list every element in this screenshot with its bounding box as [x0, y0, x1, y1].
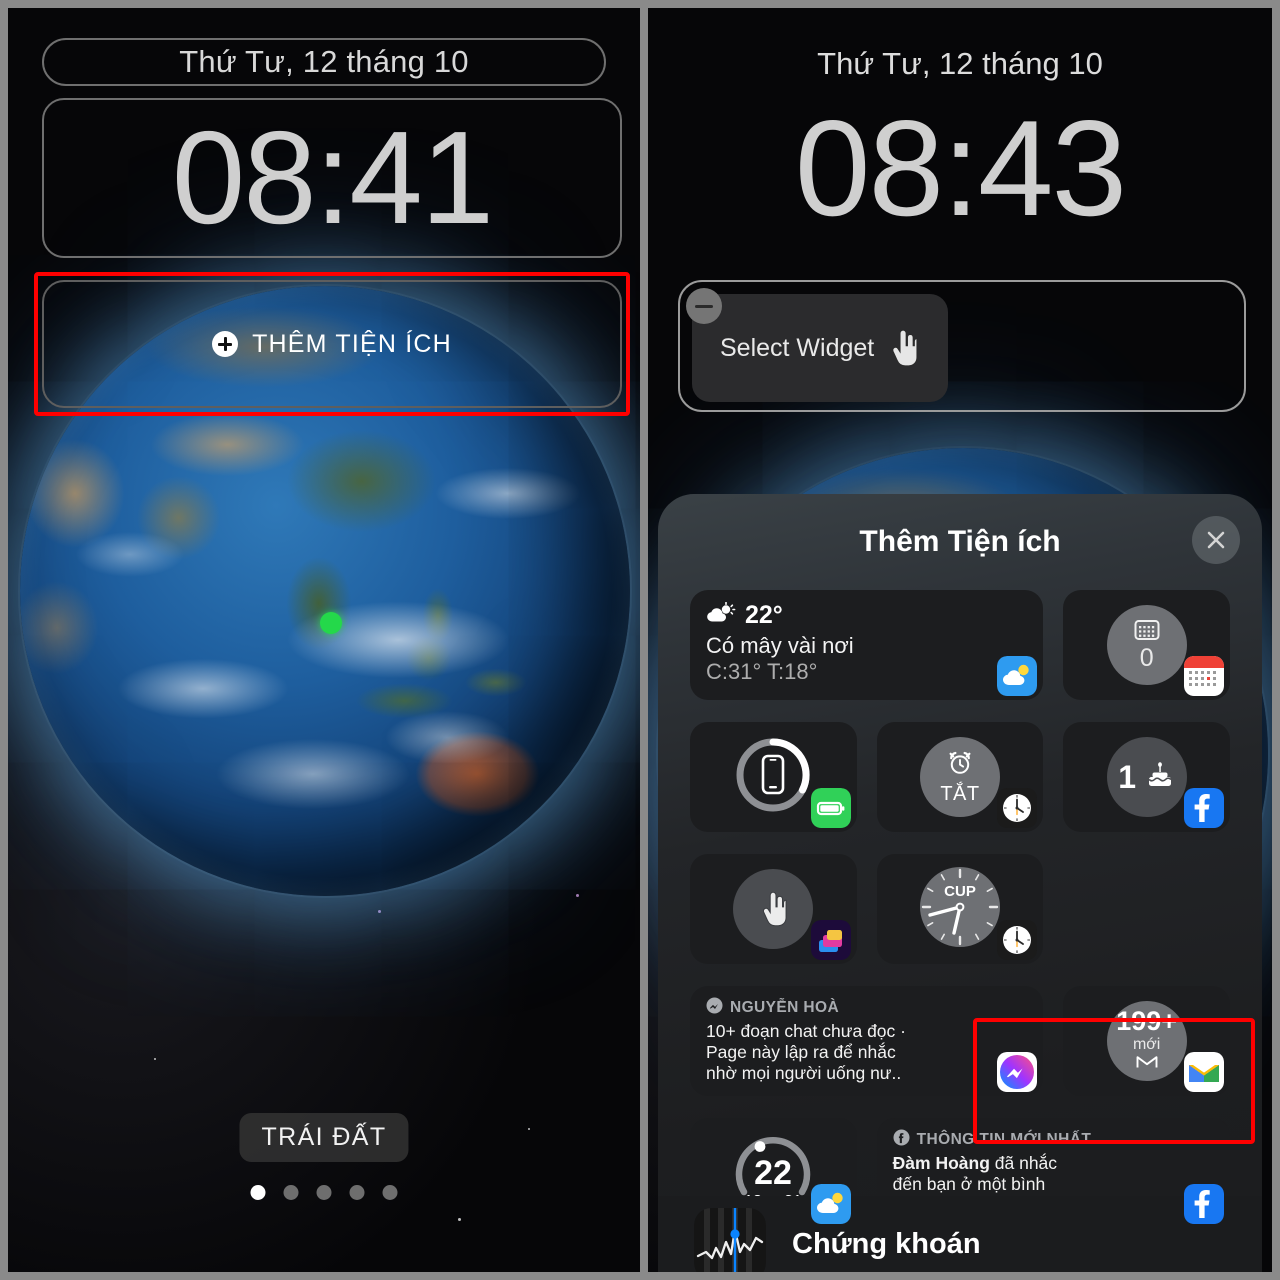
calendar-app-icon	[1184, 656, 1224, 696]
widget-gmail[interactable]: 199+ mới	[1063, 986, 1230, 1096]
facebook-news-line-1: Đàm Hoàng đã nhắc	[893, 1153, 1218, 1174]
widget-slot-editing[interactable]: Select Widget	[678, 280, 1246, 412]
calendar-grid-icon	[1134, 619, 1160, 646]
pointing-hand-icon	[888, 329, 918, 367]
iphone-battery-ring-icon	[730, 732, 816, 823]
lockscreen-time-right: 08:43	[794, 92, 1127, 244]
stocks-label: Chứng khoán	[792, 1227, 981, 1260]
select-widget-circle	[733, 869, 814, 949]
gmail-app-icon	[1184, 1052, 1224, 1092]
stocks-icon	[694, 1208, 766, 1272]
page-dot-4[interactable]	[349, 1185, 365, 1200]
birthday-content: 1	[1118, 759, 1175, 796]
messenger-source: NGUYỄN HOÀ	[730, 999, 840, 1016]
widget-facebook-birthday[interactable]: 1	[1063, 722, 1230, 832]
wallpaper-name: TRÁI ĐẤT	[261, 1123, 387, 1151]
widget-world-clock[interactable]: CUP	[876, 854, 1044, 964]
weather-condition: Có mây vài nơi	[706, 633, 854, 658]
partly-cloudy-sun-icon	[706, 601, 736, 629]
plus-icon	[212, 331, 239, 357]
birthday-cake-icon	[1145, 760, 1175, 795]
widget-select-widget-small[interactable]	[690, 854, 857, 964]
lockscreen-date-container: Thứ Tư, 12 tháng 10	[42, 38, 606, 86]
select-widget-card-label: Select Widget	[720, 333, 875, 362]
widget-calendar[interactable]: 0	[1063, 590, 1230, 700]
widget-messenger[interactable]: NGUYỄN HOÀ 10+ đoạn chat chưa đọc · Page…	[690, 986, 1044, 1096]
calendar-event-count: 0	[1139, 644, 1154, 673]
page-dot-1[interactable]	[250, 1185, 266, 1200]
right-lockscreen-panel: Thứ Tư, 12 tháng 10 08:43 Select Widget …	[648, 8, 1272, 1272]
battery-app-icon	[810, 788, 851, 828]
facebook-news-header: THÔNG TIN MỚI NHẤT	[893, 1129, 1218, 1151]
page-dot-2[interactable]	[283, 1185, 299, 1200]
weather-app-icon	[810, 1184, 851, 1224]
svg-text:22: 22	[754, 1154, 792, 1192]
facebook-app-icon	[1184, 788, 1224, 828]
messenger-line-2: Page này lập ra để nhắc	[706, 1042, 896, 1063]
location-marker	[320, 612, 342, 634]
page-indicator[interactable]	[250, 1185, 398, 1200]
facebook-news-line-2: đến bạn ở một bình	[892, 1174, 1046, 1195]
weather-widget-text: 22° Có mây vài nơi C:31° T:18°	[706, 601, 1031, 685]
page-dot-3[interactable]	[316, 1185, 332, 1200]
sheet-header: Thêm Tiện ích	[658, 494, 1262, 590]
facebook-news-line-1-rest: đã nhắc	[989, 1153, 1058, 1173]
alarm-clock-icon	[946, 749, 974, 782]
weather-widget-header: 22°	[706, 601, 1031, 630]
page-dot-5[interactable]	[382, 1185, 398, 1200]
minus-icon[interactable]	[686, 288, 722, 324]
widget-battery[interactable]	[690, 722, 857, 832]
gmail-unread-count: 199+	[1116, 1006, 1178, 1036]
gmail-circle: 199+ mới	[1106, 1001, 1187, 1081]
left-lockscreen-panel: Thứ Tư, 12 tháng 10 08:41 THÊM TIỆN ÍCH …	[8, 8, 640, 1272]
widget-alarm[interactable]: TẮT	[876, 722, 1044, 832]
widget-weather-large[interactable]: 22° Có mây vài nơi C:31° T:18°	[690, 590, 1044, 700]
facebook-news-person: Đàm Hoàng	[892, 1153, 990, 1173]
list-item-stocks[interactable]: Chứng khoán	[658, 1196, 1262, 1272]
lockscreen-clock-container: 08:41	[42, 98, 622, 258]
birthday-circle: 1	[1106, 737, 1187, 817]
weather-temperature: 22°	[745, 601, 783, 629]
facebook-news-source: THÔNG TIN MỚI NHẤT	[916, 1131, 1092, 1148]
close-icon[interactable]	[1192, 516, 1240, 564]
calendar-circle: 0	[1106, 605, 1187, 685]
messenger-widget-text: NGUYỄN HOÀ 10+ đoạn chat chưa đọc · Page…	[706, 997, 1031, 1085]
wallpaper-name-pill: TRÁI ĐẤT	[239, 1113, 409, 1162]
messenger-widget-header: NGUYỄN HOÀ	[706, 997, 1031, 1019]
gmail-m-icon	[1136, 1054, 1158, 1074]
alarm-status: TẮT	[940, 782, 980, 805]
facebook-app-icon	[1184, 1184, 1224, 1224]
messenger-line-3: nhờ mọi người uống nư..	[706, 1063, 902, 1084]
messenger-line-1: 10+ đoạn chat chưa đọc ·	[706, 1021, 906, 1041]
sheet-title: Thêm Tiện ích	[859, 525, 1061, 558]
select-widget-card[interactable]: Select Widget	[686, 288, 948, 402]
birthday-count: 1	[1118, 758, 1137, 795]
widget-grid: 22° Có mây vài nơi C:31° T:18° 0 TẮT 1 C…	[658, 590, 1262, 1272]
lockscreen-date: Thứ Tư, 12 tháng 10	[179, 44, 469, 79]
screenshot-stage: Thứ Tư, 12 tháng 10 08:41 THÊM TIỆN ÍCH …	[0, 0, 1280, 1280]
clock-app-icon	[997, 920, 1038, 960]
add-widget-label: THÊM TIỆN ÍCH	[252, 329, 452, 358]
lockscreen-time: 08:41	[171, 104, 494, 251]
add-widget-slot[interactable]: THÊM TIỆN ÍCH	[42, 280, 622, 408]
widgetsmith-app-icon	[810, 920, 851, 960]
weather-high-low: C:31° T:18°	[706, 658, 818, 684]
messenger-icon	[706, 997, 723, 1019]
facebook-f-icon	[893, 1129, 910, 1151]
weather-app-icon	[997, 656, 1038, 696]
add-widget-sheet: Thêm Tiện ích 22° Có mây vài nơi C:31° T…	[658, 494, 1262, 1272]
analog-clock-icon: CUP	[916, 863, 1004, 956]
pointing-hand-icon	[759, 891, 787, 927]
clock-app-icon	[997, 788, 1038, 828]
svg-text:CUP: CUP	[944, 883, 976, 900]
lockscreen-date-right: Thứ Tư, 12 tháng 10	[817, 46, 1103, 81]
messenger-app-icon	[997, 1052, 1038, 1092]
gmail-unread-label: mới	[1132, 1036, 1161, 1053]
alarm-circle: TẮT	[919, 737, 1000, 817]
